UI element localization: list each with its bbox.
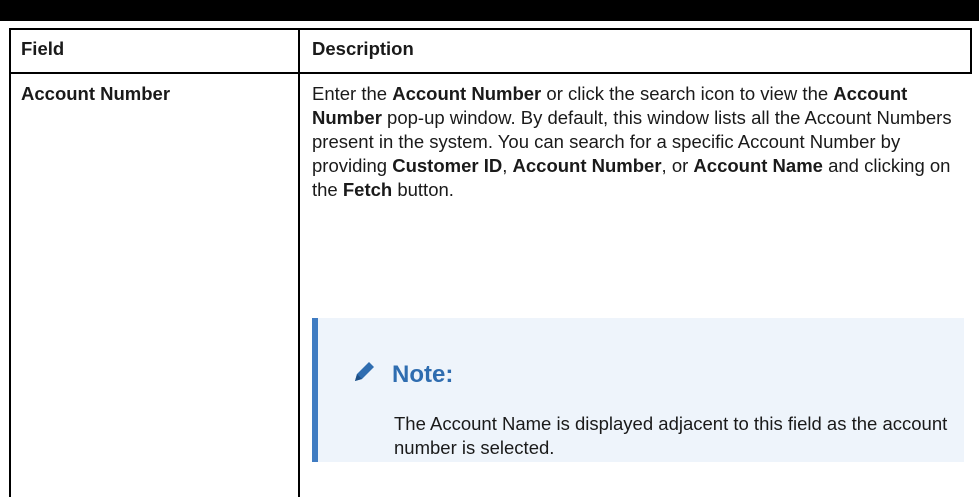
top-black-bar xyxy=(0,0,979,21)
table-border-left xyxy=(9,28,11,497)
description-bold-term: Account Number xyxy=(392,83,542,104)
table-border-right xyxy=(970,28,972,74)
header-field: Field xyxy=(21,38,65,59)
field-description: Enter the Account Number or click the se… xyxy=(312,82,964,202)
description-text: Enter the xyxy=(312,83,393,104)
description-bold-term: Customer ID xyxy=(392,155,503,176)
description-text: or click the search icon to view the xyxy=(541,83,834,104)
header-description: Description xyxy=(312,38,414,59)
field-name: Account Number xyxy=(21,83,171,104)
field-description-table: Field Description Account Number Enter t… xyxy=(9,28,972,497)
table-border-top xyxy=(9,28,972,30)
description-bold-term: Account Number xyxy=(512,155,662,176)
description-bold-term: Fetch xyxy=(342,179,393,200)
note-box: Note: The Account Name is displayed adja… xyxy=(312,318,964,462)
note-header: Note: xyxy=(350,358,453,391)
description-text: button. xyxy=(392,179,454,200)
description-text: , or xyxy=(661,155,694,176)
table-column-divider xyxy=(298,28,300,497)
description-bold-term: Account Name xyxy=(693,155,823,176)
note-text: The Account Name is displayed adjacent t… xyxy=(394,413,948,458)
pencil-icon xyxy=(350,358,378,391)
note-title: Note: xyxy=(392,360,454,388)
description-text: , xyxy=(502,155,513,176)
header-row-divider xyxy=(9,72,972,74)
